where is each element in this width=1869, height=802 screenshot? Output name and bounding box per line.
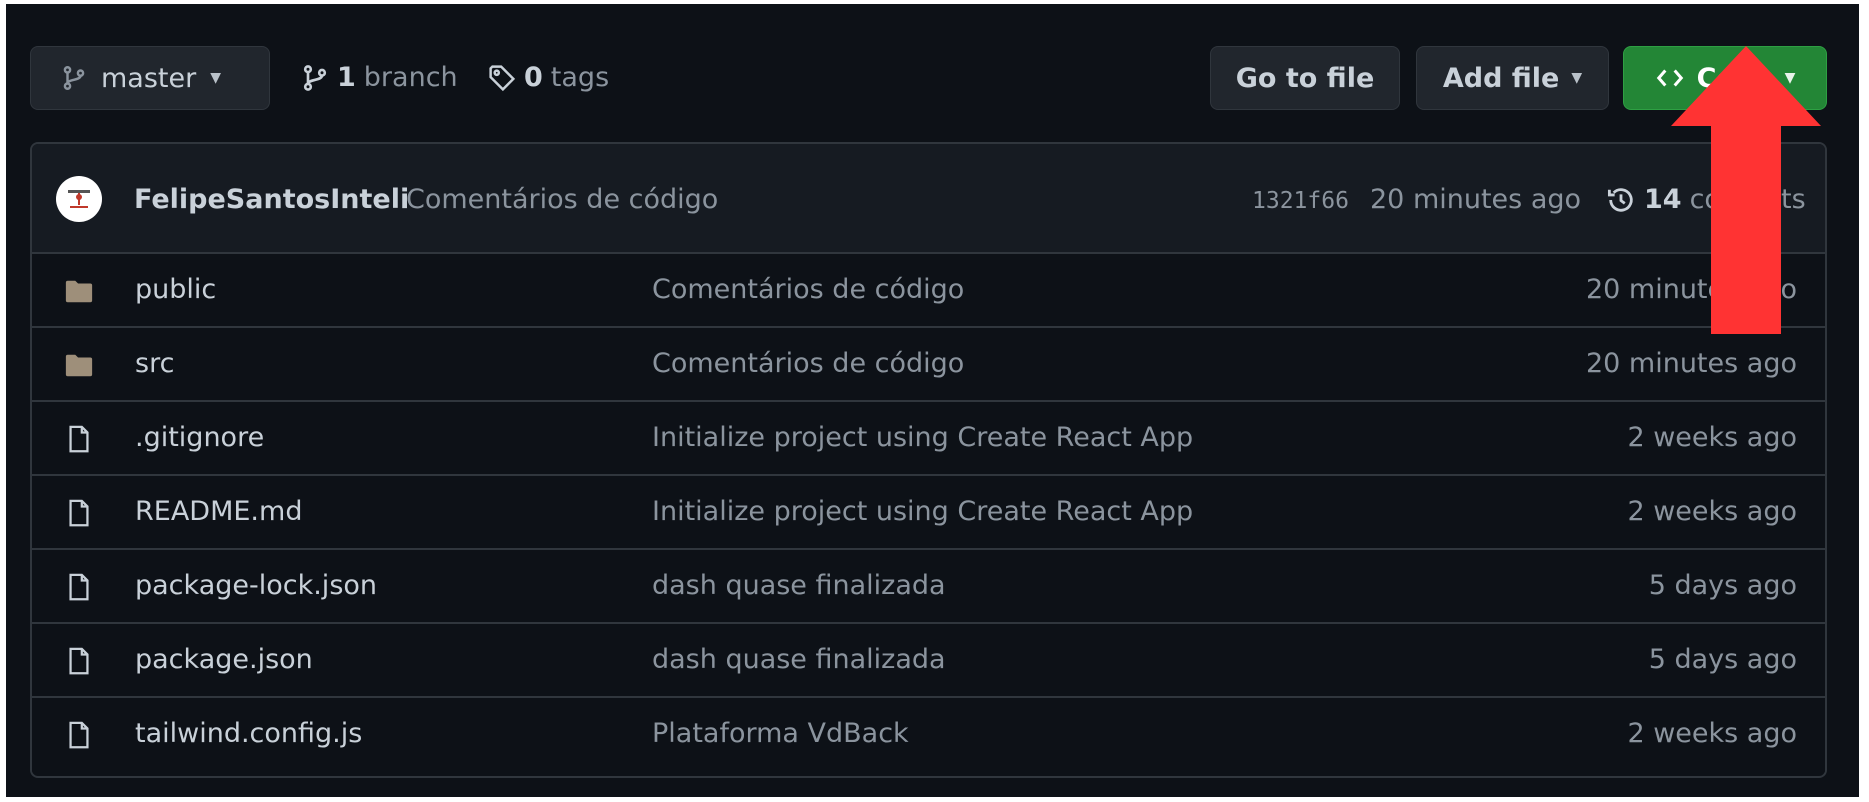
file-commit-time: 20 minutes ago bbox=[1585, 348, 1797, 379]
file-rows: public Comentários de código 20 minutes … bbox=[32, 254, 1825, 772]
git-branch-icon bbox=[63, 66, 85, 90]
file-name[interactable]: tailwind.config.js bbox=[135, 718, 362, 749]
commit-sha[interactable]: 1321f66 bbox=[1252, 188, 1349, 214]
table-row[interactable]: README.md Initialize project using Creat… bbox=[32, 476, 1825, 550]
file-name[interactable]: src bbox=[135, 348, 174, 379]
add-file-button[interactable]: Add file ▼ bbox=[1416, 46, 1609, 110]
file-commit-time: 5 days ago bbox=[1648, 570, 1797, 601]
file-icon bbox=[69, 573, 89, 601]
file-commit-message[interactable]: Initialize project using Create React Ap… bbox=[652, 496, 1193, 527]
chevron-down-icon: ▼ bbox=[1571, 70, 1583, 86]
branches-link[interactable]: 1 branch bbox=[301, 62, 458, 93]
file-icon bbox=[69, 425, 89, 453]
file-list: FelipeSantosInteli Comentários de código… bbox=[30, 142, 1827, 778]
commit-time: 20 minutes ago bbox=[1370, 184, 1582, 215]
file-commit-time: 2 weeks ago bbox=[1627, 496, 1797, 527]
table-row[interactable]: src Comentários de código 20 minutes ago bbox=[32, 328, 1825, 402]
tag-icon bbox=[489, 64, 516, 91]
file-commit-message[interactable]: Plataforma VdBack bbox=[652, 718, 909, 749]
file-icon bbox=[69, 721, 89, 749]
git-branch-icon bbox=[303, 64, 327, 91]
repo-browser: master ▼ 1 branch 0 tags Go to file Add … bbox=[6, 4, 1859, 797]
avatar-logo-icon bbox=[68, 190, 90, 208]
commit-author[interactable]: FelipeSantosInteli bbox=[134, 184, 409, 215]
file-commit-message[interactable]: Comentários de código bbox=[652, 274, 964, 305]
file-name[interactable]: package-lock.json bbox=[135, 570, 377, 601]
file-commit-time: 5 days ago bbox=[1648, 644, 1797, 675]
table-row[interactable]: package.json dash quase finalizada 5 day… bbox=[32, 624, 1825, 698]
file-commit-time: 2 weeks ago bbox=[1627, 422, 1797, 453]
file-commit-time: 2 weeks ago bbox=[1627, 718, 1797, 749]
file-icon bbox=[69, 499, 89, 527]
chevron-down-icon: ▼ bbox=[210, 70, 221, 86]
avatar[interactable] bbox=[56, 176, 102, 222]
latest-commit-bar: FelipeSantosInteli Comentários de código… bbox=[32, 144, 1825, 254]
table-row[interactable]: tailwind.config.js Plataforma VdBack 2 w… bbox=[32, 698, 1825, 772]
branch-name: master bbox=[101, 62, 197, 94]
branch-label: branch bbox=[363, 62, 458, 93]
table-row[interactable]: .gitignore Initialize project using Crea… bbox=[32, 402, 1825, 476]
table-row[interactable]: package-lock.json dash quase finalizada … bbox=[32, 550, 1825, 624]
tags-link[interactable]: 0 tags bbox=[488, 62, 609, 93]
file-commit-message[interactable]: Comentários de código bbox=[652, 348, 964, 379]
go-to-file-button[interactable]: Go to file bbox=[1210, 46, 1400, 110]
table-row[interactable]: public Comentários de código 20 minutes … bbox=[32, 254, 1825, 328]
file-icon bbox=[69, 647, 89, 675]
repo-toolbar: master ▼ 1 branch 0 tags Go to file Add … bbox=[6, 4, 1859, 134]
annotation-arrow-icon bbox=[1671, 46, 1821, 334]
go-to-file-label: Go to file bbox=[1235, 62, 1375, 94]
commit-message[interactable]: Comentários de código bbox=[406, 184, 718, 215]
file-name[interactable]: public bbox=[135, 274, 216, 305]
tag-count: 0 bbox=[524, 62, 543, 93]
branch-select-button[interactable]: master ▼ bbox=[30, 46, 270, 110]
folder-icon bbox=[65, 280, 93, 303]
file-commit-message[interactable]: dash quase finalizada bbox=[652, 644, 946, 675]
branch-count: 1 bbox=[337, 62, 356, 93]
file-commit-message[interactable]: dash quase finalizada bbox=[652, 570, 946, 601]
tag-label: tags bbox=[550, 62, 610, 93]
file-commit-message[interactable]: Initialize project using Create React Ap… bbox=[652, 422, 1193, 453]
file-name[interactable]: .gitignore bbox=[135, 422, 264, 453]
file-name[interactable]: package.json bbox=[135, 644, 313, 675]
add-file-label: Add file bbox=[1442, 62, 1560, 94]
history-icon bbox=[1607, 187, 1633, 212]
file-name[interactable]: README.md bbox=[135, 496, 302, 527]
folder-icon bbox=[65, 354, 93, 377]
